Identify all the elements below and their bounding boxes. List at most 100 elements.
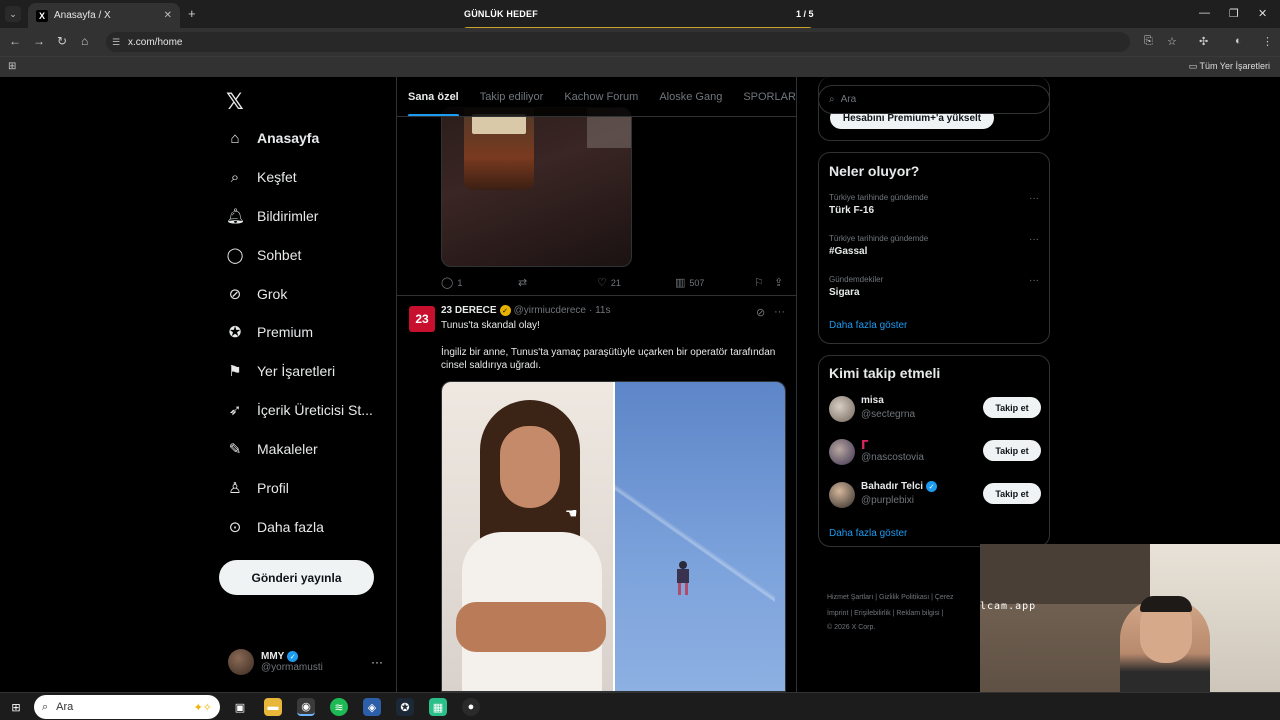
app-icon[interactable]: ◈ <box>363 698 381 716</box>
reply-icon: ◯ <box>441 277 454 289</box>
follow-button[interactable]: Takip et <box>983 483 1041 504</box>
home-page-icon[interactable]: ⌂ <box>81 34 88 48</box>
red-flag-icon: ᒥ <box>861 438 869 452</box>
window-close-icon[interactable]: ✕ <box>1258 7 1267 20</box>
tweet-media[interactable] <box>441 381 786 692</box>
windows-start-icon[interactable]: ⊞ <box>7 698 25 716</box>
nav-item-profile[interactable]: ♙ Profil <box>226 474 289 502</box>
browser-menu-icon[interactable]: ⋮ <box>1262 35 1273 48</box>
app-circle-icon[interactable]: ● <box>462 698 480 716</box>
nav-item-bookmarks[interactable]: ⚑ Yer İşaretleri <box>226 357 335 385</box>
taskbar-search-input[interactable]: ⌕ Ara ✦✧ <box>34 695 220 719</box>
account-name: MMY <box>261 650 285 662</box>
spotify-icon[interactable]: ≋ <box>330 698 348 716</box>
nav-item-more[interactable]: ⊙ Daha fazla <box>226 513 324 541</box>
views-action[interactable]: ▥ 507 <box>675 276 704 289</box>
profile-icon: ♙ <box>228 480 242 497</box>
view-count: 507 <box>689 277 705 288</box>
account-more-icon[interactable]: ··· <box>371 655 383 669</box>
like-count: 21 <box>610 277 621 288</box>
forward-icon[interactable]: → <box>33 34 45 48</box>
tweet-author-handle[interactable]: @yirmiucderece <box>514 305 586 316</box>
premium-icon: ✪ <box>228 324 242 341</box>
x-logo-icon[interactable]: 𝕏 <box>226 89 244 115</box>
profile-avatar-icon[interactable]: ◐ <box>1235 35 1242 47</box>
suggestion-name-row: ᒥ <box>861 438 869 452</box>
footer-links-row-1[interactable]: Hizmet Şartları | Gizlilik Politikası | … <box>827 594 954 601</box>
bookmark-action[interactable]: ⚐ <box>754 276 768 289</box>
site-info-icon[interactable]: ☰ <box>112 37 120 48</box>
app-controller-icon[interactable]: ▦ <box>429 698 447 716</box>
back-icon[interactable]: ← <box>9 34 21 48</box>
all-bookmarks[interactable]: ▭ Tüm Yer İşaretleri <box>1189 61 1270 72</box>
follow-suggestion[interactable]: Bahadır Telci ✓ @purplebixi Takip et <box>829 481 1041 511</box>
tab-for-you[interactable]: Sana özel <box>408 77 459 116</box>
chrome-icon[interactable]: ◉ <box>297 698 315 716</box>
share-action[interactable]: ⇪ <box>774 276 787 289</box>
bookmark-star-icon[interactable]: ☆ <box>1167 35 1177 48</box>
like-action[interactable]: ♡ 21 <box>597 276 621 289</box>
trend-context: Gündemdekiler <box>829 275 884 284</box>
follow-suggestion[interactable]: misa @sectegrna Takip et <box>829 395 1041 425</box>
nav-item-creator-studio[interactable]: ➶ İçerik Üreticisi St... <box>226 396 373 424</box>
close-tab-icon[interactable]: ✕ <box>164 10 172 21</box>
repost-action[interactable]: ⇄ <box>518 276 531 289</box>
post-button[interactable]: Gönderi yayınla <box>219 560 374 595</box>
trend-more-icon[interactable]: ··· <box>1029 275 1039 286</box>
restore-icon[interactable]: ❐ <box>1229 7 1239 20</box>
who-show-more-link[interactable]: Daha fazla göster <box>829 528 907 539</box>
tab-search-menu-icon[interactable]: ⌄ <box>5 6 21 22</box>
nav-item-notifications[interactable]: 🔔︎ Bildirimler <box>226 202 318 230</box>
reload-icon[interactable]: ↻ <box>57 34 67 48</box>
tab-aloske-gang[interactable]: Aloske Gang <box>659 77 722 116</box>
steam-icon[interactable]: ✪ <box>396 698 414 716</box>
task-view-icon[interactable]: ▣ <box>231 698 249 716</box>
extensions-icon[interactable]: ✣ <box>1199 35 1208 48</box>
url-bar[interactable]: ☰ x.com/home <box>106 32 1130 52</box>
bottle-shape <box>464 108 534 190</box>
tab-home[interactable]: X Anasayfa / X ✕ <box>28 3 180 28</box>
nav-item-grok[interactable]: ⊘ Grok <box>226 280 288 308</box>
nav-item-home[interactable]: ⌂ Anasayfa <box>226 124 319 152</box>
nav-item-articles[interactable]: ✎ Makaleler <box>226 435 318 463</box>
paraglider-figure <box>677 561 689 595</box>
more-icon: ⊙ <box>228 519 242 536</box>
tab-sporlar[interactable]: SPORLAR YAP <box>743 77 796 116</box>
trend-item[interactable]: Türkiye tarihinde gündemde Türk F-16 ··· <box>829 193 1041 216</box>
follow-button[interactable]: Takip et <box>983 397 1041 418</box>
trend-item[interactable]: Gündemdekiler Sigara ··· <box>829 275 1041 298</box>
trend-item[interactable]: Türkiye tarihinde gündemde #Gassal ··· <box>829 234 1041 257</box>
follow-suggestion[interactable]: ᒥ @nascostovia Takip et <box>829 438 1041 468</box>
previous-tweet-media[interactable] <box>441 107 632 267</box>
nav-item-explore[interactable]: ⌕ Keşfet <box>226 163 297 191</box>
nav-item-premium[interactable]: ✪ Premium <box>226 318 313 346</box>
avatar <box>228 649 254 675</box>
trends-show-more-link[interactable]: Daha fazla göster <box>829 320 907 331</box>
reply-action[interactable]: ◯ 1 <box>441 276 462 289</box>
grok-explain-icon[interactable]: ⊘ <box>756 306 765 319</box>
footer-links-row-2[interactable]: İmprint | Erişilebilirlik | Reklam bilgi… <box>827 610 943 617</box>
account-switcher[interactable]: MMY ✓ @yormamusti <box>228 649 323 675</box>
folder-icon: ▭ <box>1188 61 1200 71</box>
trends-title: Neler oluyor? <box>829 163 920 179</box>
new-tab-icon[interactable]: + <box>188 6 196 21</box>
minimize-icon[interactable]: — <box>1199 7 1210 19</box>
install-app-icon[interactable]: ⎘ <box>1144 35 1153 48</box>
media-right-photo <box>615 382 785 691</box>
verified-gold-badge-icon: ✓ <box>499 305 511 316</box>
nav-item-label: Yer İşaretleri <box>257 363 336 379</box>
tweet-time[interactable]: · 11s <box>589 305 611 316</box>
follow-button[interactable]: Takip et <box>983 440 1041 461</box>
file-explorer-icon[interactable]: ▬ <box>264 698 282 716</box>
search-input[interactable]: ⌕ Ara <box>818 85 1050 114</box>
tweet-more-icon[interactable]: ··· <box>774 306 785 318</box>
tab-kachow-forum[interactable]: Kachow Forum <box>564 77 638 116</box>
tab-following[interactable]: Takip ediliyor <box>480 77 544 116</box>
tweet-avatar[interactable]: 23 <box>409 306 435 332</box>
suggestion-handle: @nascostovia <box>861 452 924 463</box>
trend-more-icon[interactable]: ··· <box>1029 234 1039 245</box>
apps-grid-icon[interactable]: ⊞ <box>8 61 16 72</box>
tweet-author-name[interactable]: 23 DERECE <box>441 305 497 316</box>
nav-item-chat[interactable]: ◯ Sohbet <box>226 241 302 269</box>
trend-more-icon[interactable]: ··· <box>1029 193 1039 204</box>
